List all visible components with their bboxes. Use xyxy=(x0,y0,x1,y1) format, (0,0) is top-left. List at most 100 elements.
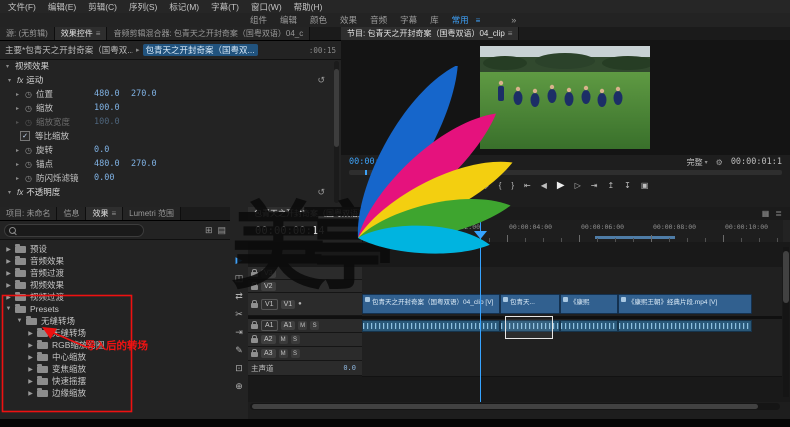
master-volume-value[interactable]: 0.0 xyxy=(343,364,359,372)
chevron-right-icon[interactable]: ▸ xyxy=(16,119,25,126)
solo-button[interactable]: S xyxy=(310,321,320,330)
track-header-a3[interactable]: A3 M S xyxy=(248,347,362,361)
go-to-out-icon[interactable]: ⇥ xyxy=(591,181,598,190)
stopwatch-icon[interactable]: ◷ xyxy=(25,90,36,99)
solo-button[interactable]: S xyxy=(290,335,300,344)
twirl-down-icon[interactable]: ▼ xyxy=(15,318,24,324)
playhead-line[interactable] xyxy=(480,222,481,402)
property-value[interactable]: 270.0 xyxy=(131,159,168,169)
reset-icon[interactable]: ↺ xyxy=(317,75,325,86)
twirl-right-icon[interactable]: ▶ xyxy=(26,378,35,385)
tab-program-monitor[interactable]: 节目: 包青天之开封奇案（国粤双语）04_clip ≡ xyxy=(341,27,520,40)
video-clip-3[interactable]: 《康熙王朝》经典片段.mp4 [V] xyxy=(618,294,752,314)
source-track-indicator-a1[interactable]: A1 xyxy=(261,320,278,331)
chevron-right-icon[interactable]: ▸ xyxy=(16,161,25,168)
menu-item-7[interactable]: 帮助(H) xyxy=(288,1,329,13)
effect-row-2[interactable]: ▸ ◷ 位置 480.0 270.0 xyxy=(0,87,333,101)
effect-row-1[interactable]: ▾ fx 运动 ↺ xyxy=(0,73,333,87)
effect-controls-tab-2[interactable]: 音频剪辑混合器: 包青天之开封奇案（国粤双语）04_c xyxy=(107,27,311,40)
tree-item-10[interactable]: ▶ 变焦缩放 xyxy=(0,363,230,375)
stopwatch-icon[interactable]: ◷ xyxy=(25,146,36,155)
menu-item-5[interactable]: 字幕(T) xyxy=(205,1,245,13)
menu-item-6[interactable]: 窗口(W) xyxy=(245,1,288,13)
effect-row-7[interactable]: ▸ ◷ 锚点 480.0 270.0 xyxy=(0,157,333,171)
slip-tool-icon[interactable]: ⇥ xyxy=(230,324,248,340)
property-value[interactable]: 270.0 xyxy=(131,89,168,99)
effect-row-0[interactable]: ▾ 视频效果 xyxy=(0,59,333,73)
tree-item-4[interactable]: ▶ 视频过渡 xyxy=(0,291,230,303)
settings-icon[interactable]: ⚙ xyxy=(716,158,723,167)
effect-controls-scrollbar[interactable] xyxy=(334,61,339,203)
property-value[interactable]: 100.0 xyxy=(94,117,131,127)
track-lane-v3[interactable] xyxy=(362,267,782,281)
menu-item-2[interactable]: 剪辑(C) xyxy=(82,1,123,13)
track-header-a1[interactable]: A1 A1 M S xyxy=(248,319,362,333)
panel-menu-icon[interactable]: ≡ xyxy=(96,29,101,38)
stopwatch-icon[interactable]: ◷ xyxy=(25,174,36,183)
chevron-down-icon[interactable]: ▾ xyxy=(8,77,17,84)
chevron-down-icon[interactable]: ▾ xyxy=(6,63,15,70)
twirl-right-icon[interactable]: ▶ xyxy=(26,342,35,349)
go-to-in-icon[interactable]: ⇤ xyxy=(524,181,531,190)
twirl-right-icon[interactable]: ▶ xyxy=(26,354,35,361)
solo-button[interactable]: S xyxy=(290,349,300,358)
timeline-vertical-scrollbar[interactable] xyxy=(783,247,789,397)
project-tab-1[interactable]: 信息 xyxy=(57,207,87,220)
program-scrub-bar[interactable] xyxy=(349,170,782,175)
effect-controls-tab-1[interactable]: 效果控件 ≡ xyxy=(54,27,108,40)
tree-item-6[interactable]: ▼ 无缝转场 xyxy=(0,315,230,327)
hand-tool-icon[interactable]: ⊡ xyxy=(230,360,248,376)
workspace-tab-3[interactable]: 效果 xyxy=(340,14,357,26)
effect-row-5[interactable]: ✓ 等比缩放 xyxy=(0,129,333,143)
chevron-right-icon[interactable]: ▸ xyxy=(16,105,25,112)
track-header-a2[interactable]: A2 M S xyxy=(248,333,362,347)
twirl-right-icon[interactable]: ▶ xyxy=(4,258,13,265)
add-marker-icon[interactable]: ◇ xyxy=(483,181,489,190)
lock-icon[interactable] xyxy=(251,321,258,329)
tree-item-0[interactable]: ▶ 预设 xyxy=(0,243,230,255)
track-lane-a3[interactable] xyxy=(362,347,782,362)
property-value[interactable]: 480.0 xyxy=(94,89,131,99)
menu-item-4[interactable]: 标记(M) xyxy=(163,1,205,13)
export-frame-icon[interactable]: ▣ xyxy=(641,181,649,190)
checkbox-icon[interactable]: ✓ xyxy=(20,131,30,141)
twirl-right-icon[interactable]: ▶ xyxy=(4,246,13,253)
twirl-right-icon[interactable]: ▶ xyxy=(26,366,35,373)
stopwatch-icon[interactable]: ◷ xyxy=(25,104,36,113)
workspace-overflow-icon[interactable]: » xyxy=(511,15,516,25)
mute-button[interactable]: M xyxy=(278,335,288,344)
workspace-tab-6[interactable]: 库 xyxy=(430,14,439,26)
tree-item-11[interactable]: ▶ 快速摇摆 xyxy=(0,375,230,387)
effect-row-6[interactable]: ▸ ◷ 旋转 0.0 xyxy=(0,143,333,157)
workspace-tab-5[interactable]: 字幕 xyxy=(400,14,417,26)
project-tab-2[interactable]: 效果 ≡ xyxy=(86,207,124,220)
project-tab-3[interactable]: Lumetri 范围 xyxy=(123,207,182,220)
effect-row-4[interactable]: ▸ ◷ 缩放宽度 100.0 xyxy=(0,115,333,129)
track-lane-v2[interactable] xyxy=(362,280,782,294)
workspace-menu-icon[interactable]: ≡ xyxy=(476,16,481,25)
effects-search-input[interactable] xyxy=(19,224,139,236)
menu-item-3[interactable]: 序列(S) xyxy=(123,1,163,13)
track-target-a2[interactable]: A2 xyxy=(261,335,276,344)
track-header-master[interactable]: 主声道 0.0 xyxy=(248,361,362,376)
property-value[interactable]: 0.0 xyxy=(94,145,131,155)
twirl-right-icon[interactable]: ▶ xyxy=(26,330,35,337)
playback-quality-dropdown[interactable]: 完整 ▾ xyxy=(687,157,708,168)
tree-item-1[interactable]: ▶ 音频效果 xyxy=(0,255,230,267)
clip-name-chip[interactable]: 包青天之开封奇案（国粤双... xyxy=(142,44,258,56)
panel-menu-icon[interactable]: ≡ xyxy=(111,209,116,218)
timeline-ruler[interactable]: 00:00:02:00 00:00:04:00 00:00:06:00 00:00:0… xyxy=(362,220,783,242)
stopwatch-icon[interactable]: ◷ xyxy=(25,118,36,127)
selected-transition-outline[interactable] xyxy=(505,316,553,339)
video-clip-2[interactable]: 《康熙 xyxy=(560,294,618,314)
stopwatch-icon[interactable]: ◷ xyxy=(25,160,36,169)
menu-item-0[interactable]: 文件(F) xyxy=(2,1,42,13)
timeline-menu-icon[interactable]: ≣ xyxy=(775,209,782,218)
step-back-icon[interactable]: ◀ xyxy=(541,181,547,190)
timeline-display-settings-icon[interactable]: ▦ xyxy=(762,209,770,218)
lock-icon[interactable] xyxy=(251,349,258,357)
lock-icon[interactable] xyxy=(251,335,258,343)
tree-item-5[interactable]: ▼ Presets xyxy=(0,303,230,315)
effect-row-3[interactable]: ▸ ◷ 缩放 100.0 xyxy=(0,101,333,115)
mute-button[interactable]: M xyxy=(298,321,308,330)
